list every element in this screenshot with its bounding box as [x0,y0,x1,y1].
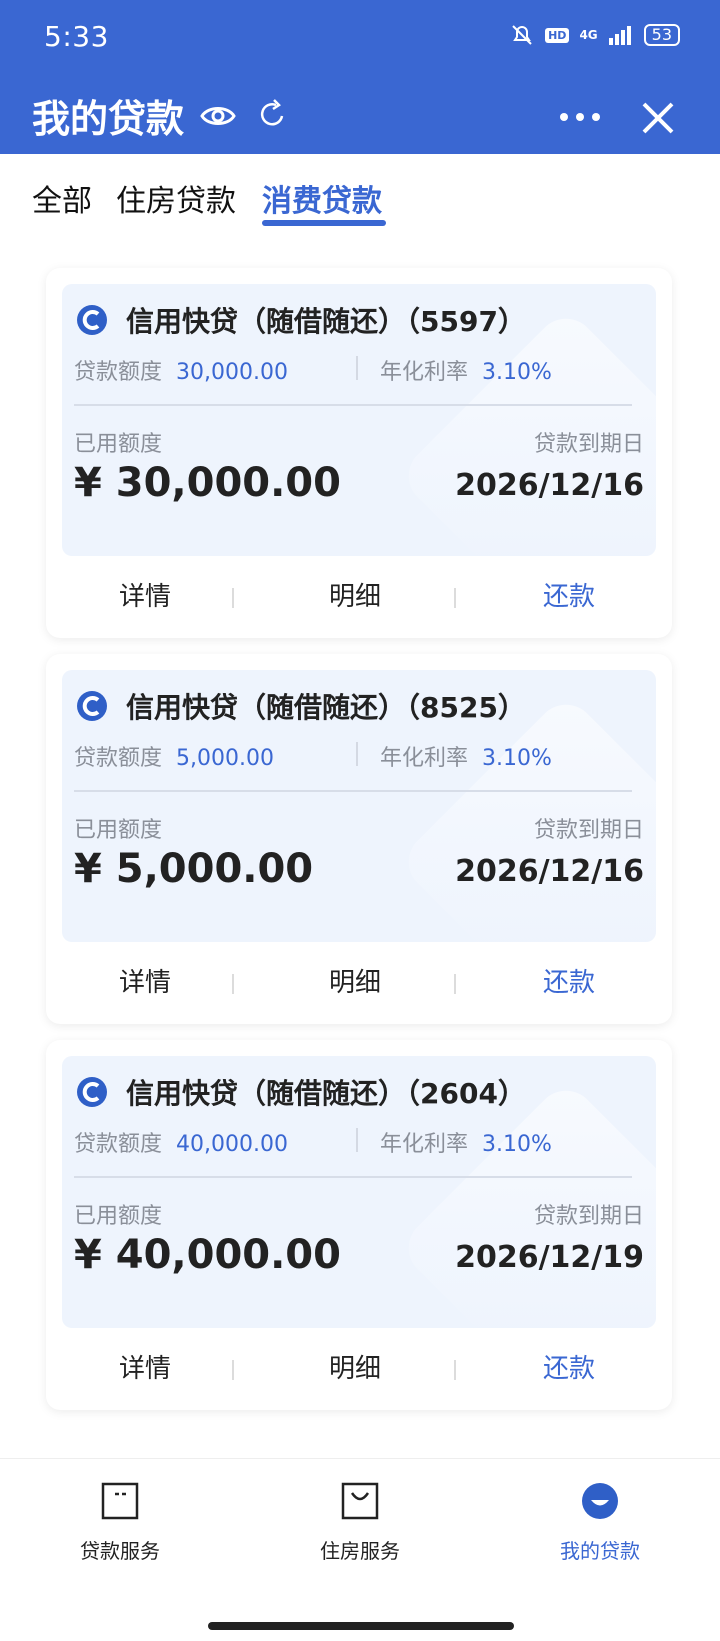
due-date: 2026/12/16 [455,854,644,889]
action-divider [232,588,234,608]
bank-logo-icon [77,691,107,721]
bank-logo-icon [77,1077,107,1107]
bank-logo-icon [77,305,107,335]
eye-icon[interactable] [200,98,236,134]
used-value: ¥ 5,000.00 [74,846,314,892]
loan-service-icon [101,1482,139,1520]
amount-label: 贷款额度 [74,360,163,385]
home-indicator[interactable] [208,1622,514,1630]
page-title: 我的贷款 [32,97,185,141]
close-icon[interactable] [638,98,678,138]
housing-service-icon [341,1482,379,1520]
refresh-icon[interactable] [256,96,288,132]
used-label: 已用额度 [74,818,163,843]
rate-value: 3.10% [482,360,552,385]
due-label: 贷款到期日 [533,432,644,457]
loan-card: 信用快贷（随借随还）（5597） 贷款额度 30,000.00 年化利率 3.1… [46,268,672,638]
more-icon[interactable] [556,102,604,132]
rate-value: 3.10% [482,746,552,771]
loan-card-summary[interactable]: 信用快贷（随借随还）（2604） 贷款额度 40,000.00 年化利率 3.1… [62,1056,656,1328]
tab-consumer-loan[interactable]: 消费贷款 [262,176,382,220]
loan-actions: 详情 明细 还款 [46,942,672,1024]
amount-label: 贷款额度 [74,746,163,771]
loan-tabs: 全部 住房贷款 消费贷款 [0,154,720,234]
tab-all[interactable]: 全部 [32,176,92,220]
nav-loan-service[interactable]: 贷款服务 [40,1481,200,1564]
status-icons: HD 4G 53 [509,22,680,48]
repay-button[interactable]: 还款 [466,556,672,638]
action-divider [454,974,456,994]
repay-button[interactable]: 还款 [466,1328,672,1410]
hd-badge: HD [545,27,570,43]
status-time: 5:33 [44,20,109,53]
meta-divider [356,1128,358,1152]
amount-value: 30,000.00 [176,360,288,385]
action-divider [454,588,456,608]
rate-value: 3.10% [482,1132,552,1157]
rate-label: 年化利率 [380,360,469,385]
loan-title: 信用快贷（随借随还）（2604） [126,1077,526,1110]
used-value: ¥ 30,000.00 [74,460,341,506]
action-divider [232,974,234,994]
my-loans-icon [582,1483,618,1519]
amount-value: 40,000.00 [176,1132,288,1157]
nav-label: 住房服务 [320,1539,400,1563]
statement-button[interactable]: 明细 [256,942,454,1024]
battery-icon: 53 [643,24,680,46]
nav-label: 我的贷款 [560,1539,640,1563]
loan-actions: 详情 明细 还款 [46,1328,672,1410]
used-value: ¥ 40,000.00 [74,1232,341,1278]
loan-card: 信用快贷（随借随还）（8525） 贷款额度 5,000.00 年化利率 3.10… [46,654,672,1024]
active-tab-underline [262,220,386,226]
loan-title: 信用快贷（随借随还）（8525） [126,691,526,724]
app-header: 我的贷款 [0,80,720,154]
rate-label: 年化利率 [380,1132,469,1157]
details-button[interactable]: 详情 [46,556,244,638]
card-divider [74,790,632,792]
mute-bell-icon [509,22,535,48]
due-date: 2026/12/16 [455,468,644,503]
used-label: 已用额度 [74,1204,163,1229]
card-divider [74,404,632,406]
loan-card-summary[interactable]: 信用快贷（随借随还）（8525） 贷款额度 5,000.00 年化利率 3.10… [62,670,656,942]
amount-label: 贷款额度 [74,1132,163,1157]
rate-label: 年化利率 [380,746,469,771]
action-divider [232,1360,234,1380]
due-date: 2026/12/19 [455,1240,644,1275]
signal-icon [608,24,634,46]
card-divider [74,1176,632,1178]
nav-label: 贷款服务 [80,1539,160,1563]
action-divider [454,1360,456,1380]
due-label: 贷款到期日 [533,1204,644,1229]
meta-divider [356,742,358,766]
tab-housing-loan[interactable]: 住房贷款 [116,176,236,220]
statement-button[interactable]: 明细 [256,1328,454,1410]
loan-actions: 详情 明细 还款 [46,556,672,638]
due-label: 贷款到期日 [533,818,644,843]
network-label: 4G [579,28,598,42]
nav-housing-service[interactable]: 住房服务 [280,1481,440,1564]
loan-title: 信用快贷（随借随还）（5597） [126,305,526,338]
status-bar: 5:33 HD 4G 53 [0,0,720,80]
details-button[interactable]: 详情 [46,942,244,1024]
loan-card: 信用快贷（随借随还）（2604） 贷款额度 40,000.00 年化利率 3.1… [46,1040,672,1410]
loan-card-summary[interactable]: 信用快贷（随借随还）（5597） 贷款额度 30,000.00 年化利率 3.1… [62,284,656,556]
nav-my-loans[interactable]: 我的贷款 [520,1481,680,1564]
amount-value: 5,000.00 [176,746,274,771]
meta-divider [356,356,358,380]
statement-button[interactable]: 明细 [256,556,454,638]
repay-button[interactable]: 还款 [466,942,672,1024]
bottom-nav: 贷款服务 住房服务 我的贷款 [0,1458,720,1641]
used-label: 已用额度 [74,432,163,457]
details-button[interactable]: 详情 [46,1328,244,1410]
